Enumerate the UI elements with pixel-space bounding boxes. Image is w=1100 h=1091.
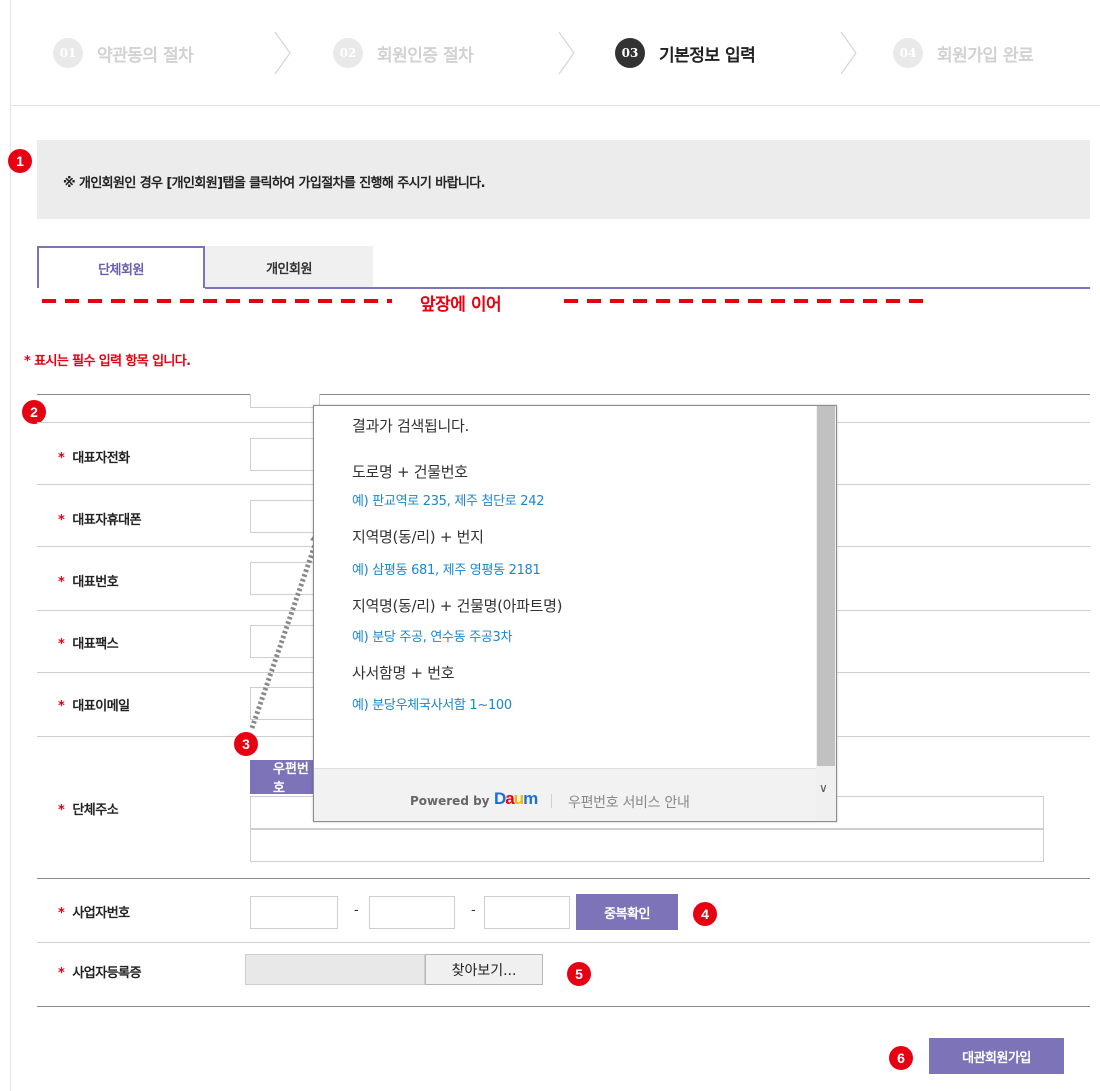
annotation-badge-3: 3 [234, 732, 258, 756]
required-star: * [58, 966, 65, 981]
biz-number-separator: - [354, 903, 359, 918]
popup-item-example: 예) 판교역로 235, 제주 첨단로 242 [352, 494, 545, 509]
biz-cert-label: * 사업자등록증 [58, 962, 142, 981]
submit-venue-member-button[interactable]: 대관회원가입 [929, 1038, 1064, 1074]
required-note: * 표시는 필수 입력 항목 입니다. [24, 354, 191, 369]
scroll-down-icon[interactable]: ∨ [819, 781, 828, 795]
popup-item-example: 예) 분당 주공, 연수동 주공3차 [352, 630, 513, 645]
biz-number-text: 사업자번호 [72, 906, 130, 921]
step-label: 회원인증 절차 [377, 45, 474, 66]
main-number-text: 대표번호 [72, 575, 119, 590]
annotation-badge-6: 6 [889, 1046, 913, 1070]
footer-separator [551, 794, 552, 808]
annotation-badge-1: 1 [8, 149, 32, 173]
required-star: * [58, 451, 65, 466]
org-address-text: 단체주소 [72, 803, 119, 818]
required-star: * [58, 699, 65, 714]
required-star: * [58, 637, 65, 652]
step-number: 01 [53, 38, 83, 68]
rep-phone-text: 대표자전화 [72, 451, 130, 466]
step-2: 02 회원인증 절차 [333, 38, 474, 68]
notice-box: ※ 개인회원인 경우 [개인회원]탭을 클릭하여 가입절차를 진행해 주시기 바… [37, 140, 1090, 219]
required-star: * [58, 575, 65, 590]
popup-item-title: 지역명(동/리) + 번지 [352, 528, 484, 546]
main-fax-label: * 대표팩스 [58, 633, 119, 652]
step-label: 약관동의 절차 [97, 45, 194, 66]
rep-mobile-text: 대표자휴대폰 [72, 513, 142, 528]
biz-number-part1[interactable] [250, 896, 338, 929]
postcode-search-popup[interactable]: 결과가 검색됩니다. 도로명 + 건물번호 예) 판교역로 235, 제주 첨단… [313, 405, 837, 822]
step-number: 04 [893, 38, 923, 68]
row-divider [37, 878, 1090, 879]
step-chevron-icon [274, 31, 291, 75]
popup-scrollbar-thumb[interactable] [817, 406, 835, 766]
popup-item-title: 지역명(동/리) + 건물명(아파트명) [352, 597, 563, 615]
powered-by-text: Powered by [410, 794, 490, 808]
rep-phone-label: * 대표자전화 [58, 447, 130, 466]
continue-label: 앞장에 이어 [420, 295, 502, 315]
continue-dashes-right [564, 299, 928, 303]
org-address-label: * 단체주소 [58, 799, 119, 818]
main-fax-text: 대표팩스 [72, 637, 119, 652]
tab-group-member[interactable]: 단체회원 [37, 246, 205, 288]
step-chevron-icon [558, 31, 575, 75]
left-border [10, 106, 11, 1091]
biz-number-separator: - [471, 903, 476, 918]
notice-text: ※ 개인회원인 경우 [개인회원]탭을 클릭하여 가입절차를 진행해 주시기 바… [63, 176, 486, 191]
tab-individual-member[interactable]: 개인회원 [205, 246, 373, 288]
popup-intro: 결과가 검색됩니다. [352, 417, 469, 435]
continue-dashes-left [42, 299, 392, 303]
address-input-2[interactable] [250, 829, 1044, 862]
main-email-text: 대표이메일 [72, 699, 130, 714]
step-label: 회원가입 완료 [937, 45, 1034, 66]
prev-field-input[interactable] [250, 394, 320, 408]
main-email-label: * 대표이메일 [58, 695, 130, 714]
postcode-button[interactable]: 우편번호 [250, 760, 320, 796]
popup-item-example: 예) 삼평동 681, 제주 영평동 2181 [352, 563, 541, 578]
step-4: 04 회원가입 완료 [893, 38, 1034, 68]
progress-steps: 01 약관동의 절차 02 회원인증 절차 03 기본정보 입력 04 회원가입… [10, 0, 1100, 106]
step-1: 01 약관동의 절차 [53, 38, 194, 68]
browse-button[interactable]: 찾아보기... [425, 954, 543, 985]
biz-number-part2[interactable] [369, 896, 455, 929]
annotation-badge-2: 2 [22, 400, 46, 424]
rep-phone-input[interactable] [250, 438, 320, 471]
file-path-field[interactable] [245, 954, 425, 985]
dup-check-button[interactable]: 중복확인 [576, 894, 678, 930]
popup-item-title: 사서함명 + 번호 [352, 664, 455, 682]
biz-number-label: * 사업자번호 [58, 902, 130, 921]
annotation-badge-4: 4 [693, 902, 717, 926]
popup-footer: Powered by Daum 우편번호 서비스 안내 [314, 768, 816, 821]
daum-logo[interactable]: Daum [494, 789, 538, 809]
step-number: 03 [615, 38, 645, 68]
required-star: * [58, 803, 65, 818]
step-3: 03 기본정보 입력 [615, 38, 756, 68]
biz-cert-text: 사업자등록증 [72, 966, 142, 981]
popup-item-title: 도로명 + 건물번호 [352, 463, 468, 481]
required-star: * [58, 906, 65, 921]
main-number-label: * 대표번호 [58, 571, 119, 590]
rep-mobile-label: * 대표자휴대폰 [58, 509, 142, 528]
step-label: 기본정보 입력 [659, 45, 756, 66]
required-star: * [58, 513, 65, 528]
tab-underline [205, 287, 1090, 289]
step-number: 02 [333, 38, 363, 68]
popup-item-example: 예) 분당우체국사서함 1~100 [352, 698, 512, 713]
service-info-link[interactable]: 우편번호 서비스 안내 [568, 792, 690, 812]
row-divider [37, 1006, 1090, 1007]
form-top-line [37, 394, 1090, 395]
row-divider [37, 942, 1090, 943]
annotation-badge-5: 5 [567, 962, 591, 986]
step-chevron-icon [840, 31, 857, 75]
biz-number-part3[interactable] [484, 896, 570, 929]
